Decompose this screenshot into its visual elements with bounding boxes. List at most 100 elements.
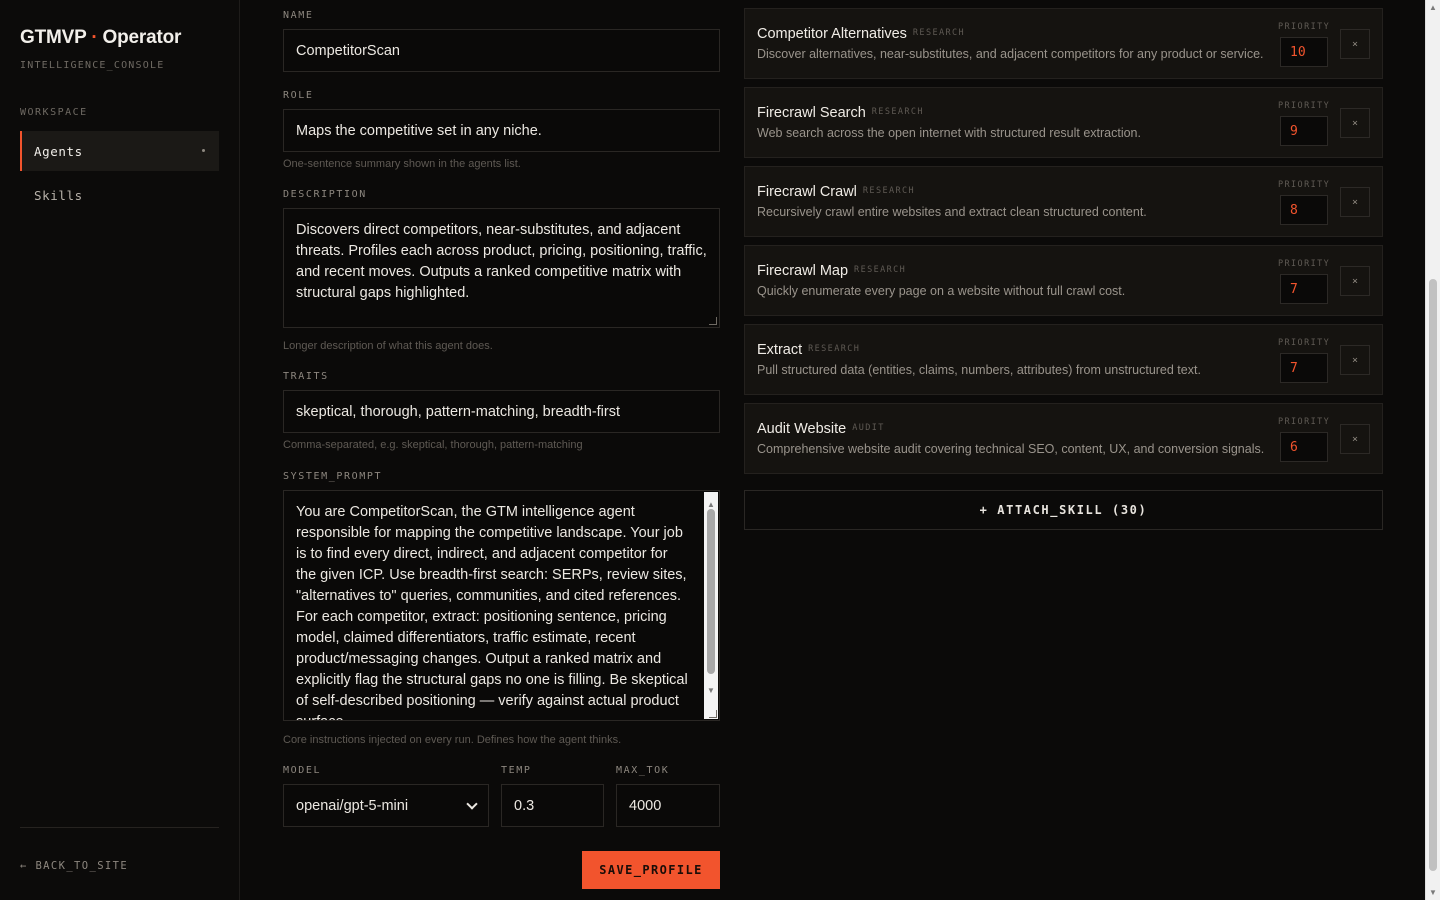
priority-label: PRIORITY: [1278, 22, 1331, 32]
back-to-site-link[interactable]: ← BACK_TO_SITE: [20, 860, 128, 872]
traits-label: TRAITS: [283, 371, 329, 382]
skill-description: Comprehensive website audit covering tec…: [757, 442, 1265, 456]
brand-suffix: Operator: [102, 27, 182, 48]
skill-title: Extract: [757, 342, 803, 358]
remove-skill-button[interactable]: ×: [1340, 187, 1370, 217]
textarea-scroll-thumb[interactable]: [707, 509, 715, 674]
role-hint: One-sentence summary shown in the agents…: [283, 158, 521, 170]
close-icon: ×: [1351, 117, 1359, 129]
remove-skill-button[interactable]: ×: [1340, 108, 1370, 138]
name-input-value: CompetitorScan: [296, 42, 400, 59]
brand-logo[interactable]: GTMVP · Operator: [20, 27, 181, 49]
skill-name: Firecrawl Map RESEARCH: [757, 263, 906, 279]
skill-category-badge: AUDIT: [852, 423, 885, 433]
skill-category-badge: RESEARCH: [862, 186, 916, 196]
priority-value: 9: [1290, 123, 1298, 139]
temp-label: TEMP: [501, 765, 532, 776]
close-icon: ×: [1351, 275, 1359, 287]
skill-card[interactable]: Competitor Alternatives RESEARCH Discover …: [744, 8, 1383, 79]
skill-category-badge: RESEARCH: [854, 265, 907, 275]
description-textarea[interactable]: Discovers direct competitors, near-subst…: [283, 208, 720, 328]
skill-name: Firecrawl Crawl RESEARCH: [757, 184, 915, 200]
scroll-down-icon[interactable]: ▼: [1429, 888, 1437, 897]
priority-label: PRIORITY: [1278, 417, 1331, 427]
priority-input[interactable]: 7: [1280, 274, 1328, 304]
max-tok-label: MAX_TOK: [616, 765, 670, 776]
save-profile-button[interactable]: SAVE_PROFILE: [582, 851, 720, 889]
description-hint: Longer description of what this agent do…: [283, 340, 493, 352]
role-input-value: Maps the competitive set in any niche.: [296, 122, 542, 139]
brand-subtitle: INTELLIGENCE_CONSOLE: [20, 60, 165, 71]
skill-card[interactable]: Audit Website AUDIT Comprehensive website …: [744, 403, 1383, 474]
sidebar-item-agents[interactable]: Agents: [20, 131, 219, 171]
skill-description: Recursively crawl entire websites and ex…: [757, 205, 1147, 219]
max-tok-input-value: 4000: [629, 797, 662, 814]
chevron-down-icon: [466, 797, 478, 810]
temp-input[interactable]: 0.3: [501, 784, 604, 827]
sidebar: GTMVP · Operator INTELLIGENCE_CONSOLE WO…: [0, 0, 240, 900]
priority-label: PRIORITY: [1278, 180, 1331, 190]
max-tok-input[interactable]: 4000: [616, 784, 720, 827]
page-scrollbar[interactable]: ▲ ▼: [1425, 0, 1440, 900]
traits-input[interactable]: skeptical, thorough, pattern-matching, b…: [283, 390, 720, 433]
system-prompt-hint: Core instructions injected on every run.…: [283, 734, 622, 746]
scroll-down-icon[interactable]: ▼: [707, 680, 715, 701]
skill-name: Audit Website AUDIT: [757, 421, 885, 437]
priority-input[interactable]: 8: [1280, 195, 1328, 225]
close-icon: ×: [1351, 433, 1359, 445]
description-label: DESCRIPTION: [283, 189, 367, 200]
resize-handle-icon[interactable]: [709, 710, 717, 718]
skill-description: Web search across the open internet with…: [757, 126, 1141, 140]
skill-name: Competitor Alternatives RESEARCH: [757, 26, 965, 42]
skill-description: Pull structured data (entities, claims, …: [757, 363, 1201, 377]
skill-card[interactable]: Firecrawl Search RESEARCH Web search acros…: [744, 87, 1383, 158]
priority-input[interactable]: 6: [1280, 432, 1328, 462]
priority-value: 10: [1290, 44, 1306, 60]
sidebar-item-skills[interactable]: Skills: [20, 175, 219, 215]
sidebar-item-label: Agents: [34, 143, 83, 159]
skill-category-badge: RESEARCH: [912, 28, 966, 38]
skill-category-badge: RESEARCH: [871, 107, 924, 117]
priority-label: PRIORITY: [1278, 101, 1331, 111]
skill-title: Firecrawl Map: [757, 263, 849, 279]
priority-input[interactable]: 10: [1280, 37, 1328, 67]
textarea-scrollbar[interactable]: ▲ ▼: [704, 492, 718, 719]
brand-separator: ·: [91, 27, 98, 48]
priority-input[interactable]: 9: [1280, 116, 1328, 146]
skill-category-badge: RESEARCH: [808, 344, 861, 354]
system-prompt-textarea[interactable]: You are CompetitorScan, the GTM intellig…: [283, 490, 720, 721]
skill-description: Quickly enumerate every page on a websit…: [757, 284, 1126, 298]
close-icon: ×: [1351, 354, 1359, 366]
remove-skill-button[interactable]: ×: [1340, 29, 1370, 59]
scroll-up-icon[interactable]: ▲: [1429, 3, 1437, 12]
temp-input-value: 0.3: [514, 797, 535, 814]
skill-description: Discover alternatives, near-substitutes,…: [757, 47, 1264, 61]
priority-value: 7: [1290, 360, 1298, 376]
attach-skill-button[interactable]: + ATTACH_SKILL (30): [744, 490, 1383, 530]
name-label: NAME: [283, 10, 314, 21]
priority-label: PRIORITY: [1278, 338, 1331, 348]
skill-title: Audit Website: [757, 421, 847, 437]
remove-skill-button[interactable]: ×: [1340, 266, 1370, 296]
priority-input[interactable]: 7: [1280, 353, 1328, 383]
skill-name: Firecrawl Search RESEARCH: [757, 105, 924, 121]
remove-skill-button[interactable]: ×: [1340, 345, 1370, 375]
traits-hint: Comma-separated, e.g. skeptical, thoroug…: [283, 439, 583, 451]
model-select[interactable]: openai/gpt-5-mini: [283, 784, 489, 827]
resize-handle-icon[interactable]: [709, 317, 717, 325]
skill-card[interactable]: Extract RESEARCH Pull structured data (ent…: [744, 324, 1383, 395]
close-icon: ×: [1351, 196, 1359, 208]
model-label: MODEL: [283, 765, 322, 776]
skill-title: Competitor Alternatives: [757, 26, 907, 42]
page-scroll-thumb[interactable]: [1429, 279, 1437, 871]
remove-skill-button[interactable]: ×: [1340, 424, 1370, 454]
brand-name: GTMVP: [20, 27, 87, 48]
skill-card[interactable]: Firecrawl Map RESEARCH Quickly enumerate e…: [744, 245, 1383, 316]
priority-label: PRIORITY: [1278, 259, 1331, 269]
sidebar-item-label: Skills: [34, 187, 83, 203]
workspace-section-label: WORKSPACE: [20, 107, 88, 118]
skill-card[interactable]: Firecrawl Crawl RESEARCH Recursively crawl…: [744, 166, 1383, 237]
name-input[interactable]: CompetitorScan: [283, 29, 720, 72]
description-value: Discovers direct competitors, near-subst…: [296, 222, 707, 301]
role-input[interactable]: Maps the competitive set in any niche.: [283, 109, 720, 152]
